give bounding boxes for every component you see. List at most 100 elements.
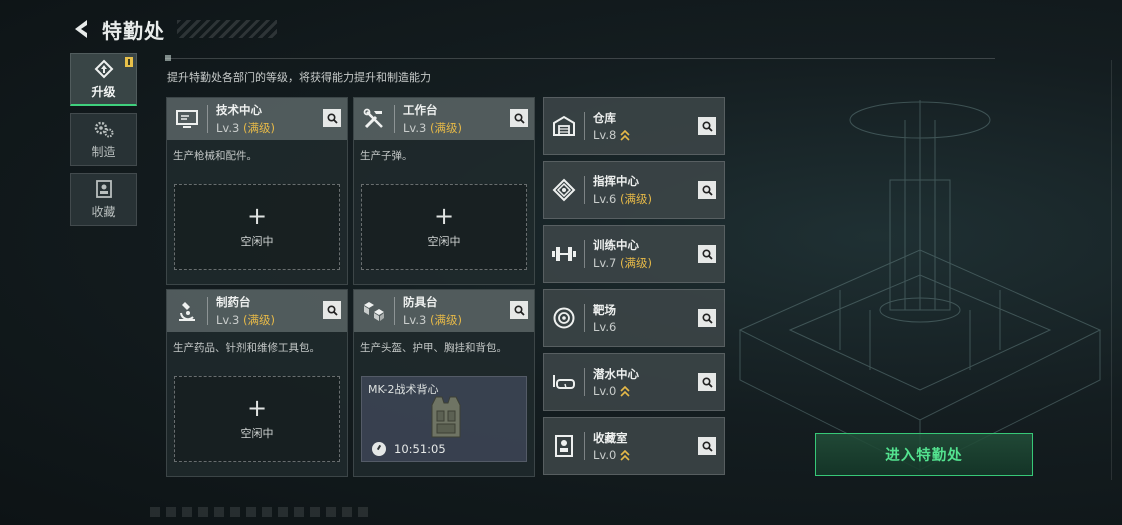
search-icon bbox=[701, 248, 713, 260]
page-subtitle: 提升特勤处各部门的等级，将获得能力提升和制造能力 bbox=[167, 71, 431, 84]
separator bbox=[584, 112, 585, 140]
inspect-button[interactable] bbox=[323, 301, 341, 319]
separator bbox=[584, 176, 585, 204]
department-description: 生产枪械和配件。 bbox=[173, 150, 257, 162]
gears-icon bbox=[94, 121, 113, 138]
department-level: Lv.3 (满级) bbox=[216, 313, 275, 327]
inspect-button[interactable] bbox=[698, 117, 716, 135]
separator bbox=[584, 368, 585, 396]
inspect-button[interactable] bbox=[698, 245, 716, 263]
inspect-button[interactable] bbox=[698, 309, 716, 327]
upgrade-available-icon bbox=[620, 449, 630, 461]
department-row-diving-center[interactable]: 潜水中心 Lv.0 bbox=[543, 353, 725, 411]
separator bbox=[207, 105, 208, 133]
page-header: 特勤处 bbox=[68, 12, 277, 46]
back-button[interactable] bbox=[68, 16, 94, 42]
upgrade-available-icon bbox=[620, 129, 630, 141]
divider bbox=[165, 58, 995, 59]
search-icon bbox=[326, 304, 338, 316]
department-name: 防具台 bbox=[403, 295, 438, 309]
department-row-command-center[interactable]: 指挥中心 Lv.6 (满级) bbox=[543, 161, 725, 219]
edge-decoration bbox=[1106, 60, 1112, 480]
nav-craft[interactable]: 制造 bbox=[70, 113, 137, 166]
title-decoration bbox=[177, 20, 277, 38]
department-level: Lv.3 (满级) bbox=[216, 121, 275, 135]
max-level-tag: (满级) bbox=[242, 313, 275, 327]
target-icon bbox=[550, 304, 578, 332]
inspect-button[interactable] bbox=[510, 301, 528, 319]
max-level-tag: (满级) bbox=[619, 192, 652, 206]
max-level-tag: (满级) bbox=[242, 121, 275, 135]
department-name: 技术中心 bbox=[216, 103, 262, 117]
add-icon: + bbox=[246, 394, 268, 422]
collection-icon bbox=[95, 180, 112, 198]
max-level-tag: (满级) bbox=[429, 313, 462, 327]
production-slot-empty[interactable]: + 空闲中 bbox=[361, 184, 527, 270]
department-level: Lv.7 (满级) bbox=[593, 256, 652, 270]
max-level-tag: (满级) bbox=[619, 256, 652, 270]
search-icon bbox=[326, 112, 338, 124]
monitor-icon bbox=[173, 105, 201, 133]
department-row-collection-room[interactable]: 收藏室 Lv.0 bbox=[543, 417, 725, 475]
tactical-vest-image bbox=[431, 396, 461, 438]
tools-icon bbox=[360, 105, 388, 133]
department-card-pharmacy: 制药台 Lv.3 (满级) 生产药品、针剂和维修工具包。 + 空闲中 bbox=[166, 289, 348, 477]
card-header[interactable]: 防具台 Lv.3 (满级) bbox=[354, 290, 534, 332]
enter-special-ops-button[interactable]: 进入特勤处 bbox=[815, 433, 1033, 476]
separator bbox=[584, 240, 585, 268]
inspect-button[interactable] bbox=[698, 373, 716, 391]
slot-status: 空闲中 bbox=[427, 235, 461, 248]
nav-upgrade[interactable]: 升级 bbox=[70, 53, 137, 106]
production-timer: 10:51:05 bbox=[394, 442, 446, 456]
nav-label: 收藏 bbox=[91, 205, 116, 219]
nav-label: 制造 bbox=[91, 145, 116, 159]
upgrade-icon bbox=[94, 59, 113, 78]
page-title: 特勤处 bbox=[102, 18, 165, 43]
card-header[interactable]: 技术中心 Lv.3 (满级) bbox=[167, 98, 347, 140]
search-icon bbox=[513, 304, 525, 316]
production-slot-empty[interactable]: + 空闲中 bbox=[174, 184, 340, 270]
separator bbox=[584, 432, 585, 460]
department-level: Lv.0 bbox=[593, 384, 639, 398]
upgrade-available-icon bbox=[620, 385, 630, 397]
department-row-training-center[interactable]: 训练中心 Lv.7 (满级) bbox=[543, 225, 725, 283]
department-level: Lv.0 bbox=[593, 448, 630, 462]
card-header[interactable]: 制药台 Lv.3 (满级) bbox=[167, 290, 347, 332]
bottom-decoration bbox=[150, 507, 370, 517]
inspect-button[interactable] bbox=[698, 181, 716, 199]
department-level: Lv.8 bbox=[593, 128, 630, 142]
notification-badge bbox=[125, 57, 133, 67]
timer-icon bbox=[372, 442, 386, 456]
inspect-button[interactable] bbox=[698, 437, 716, 455]
department-level: Lv.3 (满级) bbox=[403, 313, 462, 327]
department-level: Lv.6 bbox=[593, 320, 617, 334]
department-name: 指挥中心 bbox=[593, 174, 639, 188]
card-header[interactable]: 工作台 Lv.3 (满级) bbox=[354, 98, 534, 140]
inspect-button[interactable] bbox=[510, 109, 528, 127]
department-name: 靶场 bbox=[593, 303, 616, 317]
department-description: 生产头盔、护甲、胸挂和背包。 bbox=[360, 342, 507, 354]
nav-collection[interactable]: 收藏 bbox=[70, 173, 137, 226]
department-description: 生产药品、针剂和维修工具包。 bbox=[173, 342, 320, 354]
back-arrow-icon bbox=[75, 20, 87, 38]
department-description: 生产子弹。 bbox=[360, 150, 413, 162]
add-icon: + bbox=[246, 202, 268, 230]
diving-mask-icon bbox=[550, 368, 578, 396]
armor-blocks-icon bbox=[360, 297, 388, 325]
department-row-warehouse[interactable]: 仓库 Lv.8 bbox=[543, 97, 725, 155]
search-icon bbox=[701, 376, 713, 388]
search-icon bbox=[701, 184, 713, 196]
department-card-armor-bench: 防具台 Lv.3 (满级) 生产头盔、护甲、胸挂和背包。 MK-2战术背心 10… bbox=[353, 289, 535, 477]
department-name: 仓库 bbox=[593, 111, 616, 125]
production-slot-empty[interactable]: + 空闲中 bbox=[174, 376, 340, 462]
add-icon: + bbox=[433, 202, 455, 230]
slot-status: 空闲中 bbox=[240, 235, 274, 248]
inspect-button[interactable] bbox=[323, 109, 341, 127]
production-slot-active[interactable]: MK-2战术背心 10:51:05 bbox=[361, 376, 527, 462]
search-icon bbox=[701, 312, 713, 324]
warehouse-icon bbox=[550, 112, 578, 140]
department-row-shooting-range[interactable]: 靶场 Lv.6 bbox=[543, 289, 725, 347]
department-name: 收藏室 bbox=[593, 431, 628, 445]
command-icon bbox=[550, 176, 578, 204]
search-icon bbox=[701, 120, 713, 132]
